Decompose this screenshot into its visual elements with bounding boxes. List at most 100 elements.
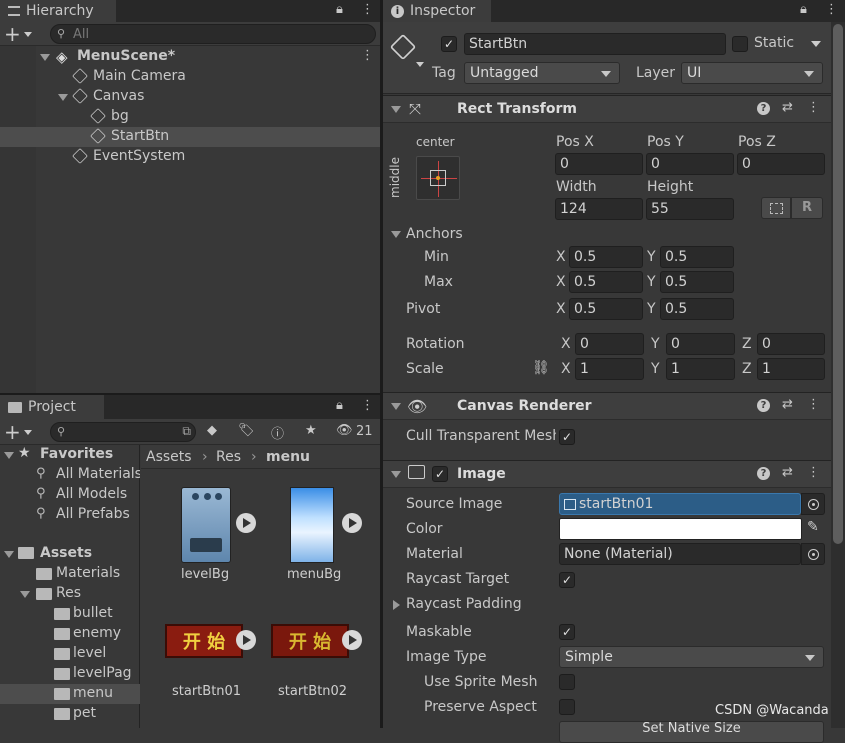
scale-y-field[interactable]: 1 bbox=[666, 358, 735, 380]
preset-sliders-icon[interactable]: ⇄ bbox=[782, 100, 793, 115]
chevron-down-icon[interactable] bbox=[811, 41, 821, 47]
source-image-field[interactable]: startBtn01 bbox=[559, 493, 801, 515]
object-picker-button[interactable] bbox=[801, 543, 825, 565]
folder-item[interactable]: enemy bbox=[73, 625, 121, 641]
tree-item-bg[interactable]: bg bbox=[111, 108, 129, 124]
expand-arrow-icon[interactable] bbox=[4, 551, 14, 558]
help-icon[interactable]: ? bbox=[757, 399, 770, 412]
play-icon[interactable] bbox=[342, 630, 362, 650]
collapse-arrow-icon[interactable] bbox=[391, 106, 401, 113]
anchor-preset-button[interactable] bbox=[416, 156, 460, 200]
breadcrumb-item[interactable]: Assets bbox=[146, 449, 192, 465]
breadcrumb-item[interactable]: Res bbox=[216, 449, 241, 465]
lock-icon[interactable]: 🔒︎ bbox=[800, 2, 807, 17]
blueprint-mode-button[interactable] bbox=[761, 197, 791, 219]
label-icon[interactable]: 🏷︎ bbox=[238, 423, 255, 438]
tree-item-main-camera[interactable]: Main Camera bbox=[93, 68, 186, 84]
height-field[interactable]: 55 bbox=[646, 198, 734, 220]
tree-item-eventsystem[interactable]: EventSystem bbox=[93, 148, 185, 164]
color-swatch[interactable] bbox=[559, 518, 802, 540]
static-checkbox[interactable] bbox=[732, 36, 748, 52]
layer-dropdown[interactable]: UI bbox=[681, 62, 823, 84]
more-icon[interactable]: ⋮ bbox=[361, 48, 374, 63]
set-native-size-button[interactable]: Set Native Size bbox=[559, 721, 824, 743]
favorite-item[interactable]: All Materials bbox=[56, 466, 140, 482]
object-picker-button[interactable] bbox=[801, 493, 825, 515]
expand-arrow-icon[interactable] bbox=[58, 94, 68, 101]
chevron-down-icon[interactable] bbox=[416, 62, 424, 67]
folder-item[interactable]: levelPag bbox=[73, 665, 139, 681]
maskable-checkbox[interactable]: ✓ bbox=[559, 624, 575, 640]
anchor-max-y-field[interactable]: 0.5 bbox=[660, 271, 734, 293]
anchor-max-x-field[interactable]: 0.5 bbox=[569, 271, 643, 293]
preset-sliders-icon[interactable]: ⇄ bbox=[782, 465, 793, 480]
pos-z-field[interactable]: 0 bbox=[737, 153, 825, 175]
assets-label[interactable]: Assets bbox=[40, 545, 92, 561]
asset-thumbnail-startbtn01[interactable]: 开 始 bbox=[165, 624, 243, 658]
play-icon[interactable] bbox=[236, 513, 256, 533]
folder-item[interactable]: pet bbox=[73, 705, 96, 721]
expand-arrow-icon[interactable] bbox=[4, 452, 14, 459]
more-icon[interactable]: ⋮ bbox=[807, 100, 820, 115]
project-search-input[interactable]: ⚲ ⧉ bbox=[50, 422, 196, 442]
active-checkbox[interactable]: ✓ bbox=[441, 36, 457, 52]
breadcrumb-item[interactable]: menu bbox=[266, 449, 310, 465]
favorite-item[interactable]: All Prefabs bbox=[56, 506, 130, 522]
scale-x-field[interactable]: 1 bbox=[575, 358, 644, 380]
more-icon[interactable]: ⋮ bbox=[807, 465, 820, 480]
expand-arrow-icon[interactable] bbox=[40, 54, 50, 61]
folder-item[interactable]: menu bbox=[73, 685, 113, 701]
anchor-min-y-field[interactable]: 0.5 bbox=[660, 246, 734, 268]
rotation-y-field[interactable]: 0 bbox=[666, 333, 735, 355]
object-name-field[interactable]: StartBtn bbox=[464, 33, 726, 55]
help-icon[interactable]: ? bbox=[757, 467, 770, 480]
raycast-target-checkbox[interactable]: ✓ bbox=[559, 572, 575, 588]
scrollbar-thumb[interactable] bbox=[833, 24, 843, 544]
chevron-down-icon[interactable] bbox=[24, 430, 32, 435]
asset-thumbnail-levelbg[interactable] bbox=[181, 487, 231, 563]
folder-item[interactable]: level bbox=[73, 645, 106, 661]
add-icon[interactable]: + bbox=[4, 420, 21, 444]
collapse-arrow-icon[interactable] bbox=[391, 471, 401, 478]
raycast-padding-label[interactable]: Raycast Padding bbox=[406, 596, 522, 612]
pos-x-field[interactable]: 0 bbox=[555, 153, 643, 175]
star-icon[interactable]: ★ bbox=[305, 423, 317, 438]
panel-divider[interactable] bbox=[0, 393, 380, 395]
folder-item[interactable]: bullet bbox=[73, 605, 113, 621]
more-icon[interactable]: ⋮ bbox=[361, 398, 374, 413]
hidden-eye-icon[interactable]: 👁︎ bbox=[336, 423, 353, 438]
folder-item[interactable]: Materials bbox=[56, 565, 120, 581]
raw-edit-button[interactable]: R bbox=[791, 197, 823, 219]
cull-transparent-checkbox[interactable]: ✓ bbox=[559, 429, 575, 445]
link-icon[interactable]: ⛓︎ bbox=[532, 360, 550, 376]
play-icon[interactable] bbox=[342, 513, 362, 533]
tree-item-menuscene[interactable]: MenuScene* bbox=[77, 48, 175, 64]
eyedropper-icon[interactable]: ✎ bbox=[807, 519, 819, 535]
image-type-dropdown[interactable]: Simple bbox=[559, 646, 824, 668]
folder-item[interactable]: Res bbox=[56, 585, 81, 601]
favorite-item[interactable]: All Models bbox=[56, 486, 127, 502]
search-input[interactable]: ⚲ All bbox=[50, 24, 376, 44]
add-icon[interactable]: + bbox=[4, 22, 21, 46]
lock-icon[interactable]: 🔒︎ bbox=[336, 2, 343, 17]
more-icon[interactable]: ⋮ bbox=[361, 2, 374, 17]
expand-arrow-icon[interactable] bbox=[20, 591, 30, 598]
anchors-label[interactable]: Anchors bbox=[406, 226, 463, 242]
material-field[interactable]: None (Material) bbox=[559, 543, 801, 565]
search-by-type-icon[interactable]: ⧉ bbox=[182, 424, 191, 439]
asset-thumbnail-menubg[interactable] bbox=[290, 487, 334, 563]
pivot-x-field[interactable]: 0.5 bbox=[569, 298, 643, 320]
asset-thumbnail-startbtn02[interactable]: 开 始 bbox=[271, 624, 349, 658]
rotation-x-field[interactable]: 0 bbox=[575, 333, 644, 355]
tab-inspector[interactable]: i Inspector bbox=[383, 0, 491, 22]
width-field[interactable]: 124 bbox=[555, 198, 643, 220]
scale-z-field[interactable]: 1 bbox=[757, 358, 825, 380]
favorites-label[interactable]: Favorites bbox=[40, 446, 113, 462]
tab-hierarchy[interactable]: Hierarchy bbox=[0, 0, 116, 22]
more-icon[interactable]: ⋮ bbox=[807, 397, 820, 412]
pos-y-field[interactable]: 0 bbox=[646, 153, 734, 175]
tag-dropdown[interactable]: Untagged bbox=[464, 62, 620, 84]
expand-arrow-icon[interactable] bbox=[391, 231, 401, 238]
pivot-y-field[interactable]: 0.5 bbox=[660, 298, 734, 320]
tree-item-startbtn[interactable]: StartBtn bbox=[111, 128, 169, 144]
